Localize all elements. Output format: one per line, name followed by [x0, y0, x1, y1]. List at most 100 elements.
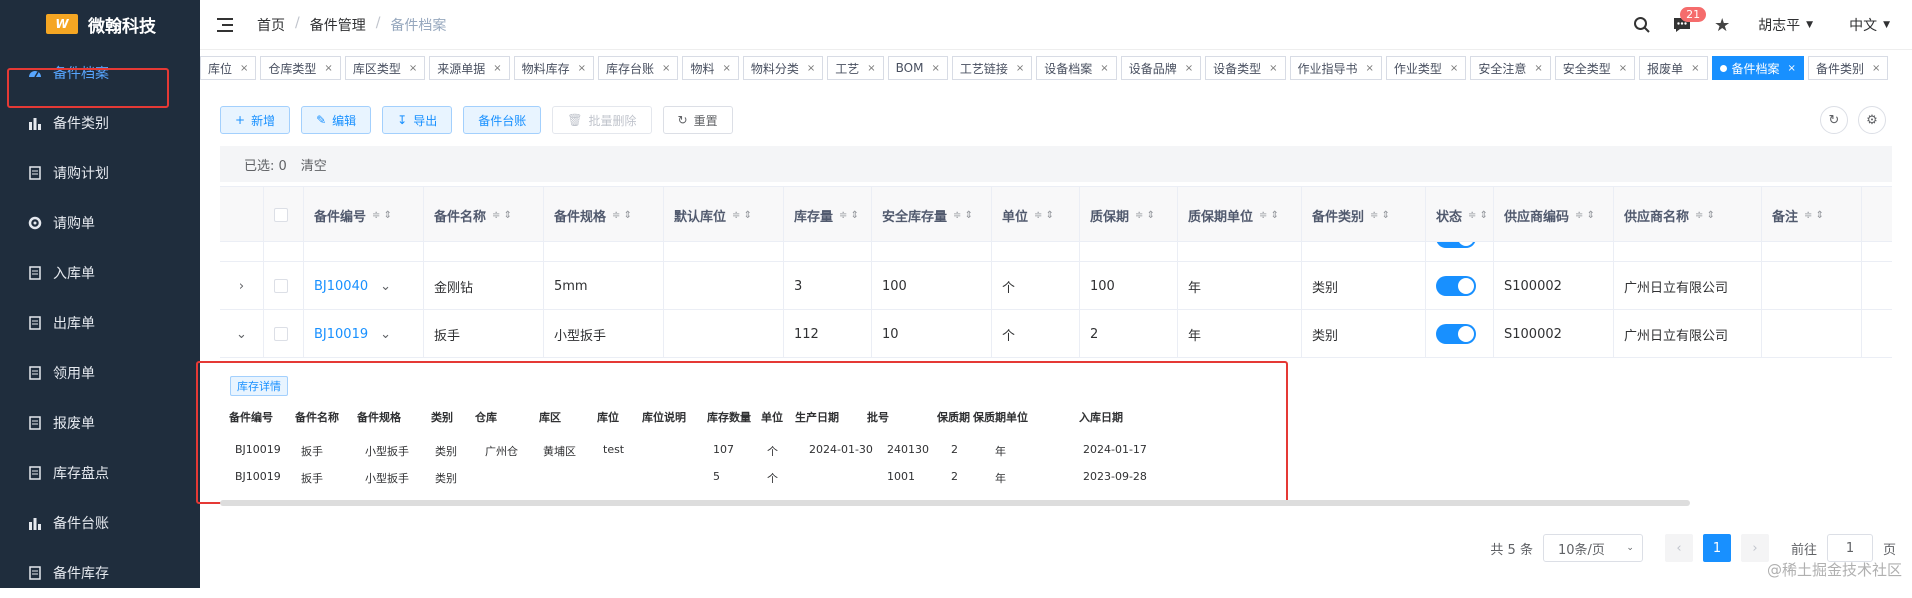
sidebar-item[interactable]: 备件台账	[0, 498, 200, 548]
sort-icon[interactable]: ≑ ⇕	[1135, 210, 1155, 221]
tab-tag[interactable]: 报废单×	[1639, 56, 1707, 80]
close-icon[interactable]: ×	[1185, 63, 1193, 74]
close-icon[interactable]: ×	[1450, 63, 1458, 74]
close-icon[interactable]: ×	[324, 63, 332, 74]
close-icon[interactable]: ×	[1366, 63, 1374, 74]
close-icon[interactable]: ×	[867, 63, 875, 74]
refresh-icon[interactable]: ↻	[1820, 106, 1848, 134]
table-row[interactable]: ›BJ10040⌄金刚钻5mm3100个100年类别S100002广州日立有限公…	[220, 262, 1892, 310]
sort-icon[interactable]: ≑ ⇕	[953, 210, 973, 221]
tab-tag[interactable]: 安全类型×	[1555, 56, 1635, 80]
sidebar-item[interactable]: 领用单	[0, 348, 200, 398]
sort-icon[interactable]: ≑ ⇕	[1370, 210, 1390, 221]
tab-tag[interactable]: 作业类型×	[1386, 56, 1466, 80]
sidebar-item[interactable]: 报废单	[0, 398, 200, 448]
close-icon[interactable]: ×	[240, 63, 248, 74]
sort-icon[interactable]: ≑ ⇕	[839, 210, 859, 221]
status-toggle[interactable]	[1436, 276, 1476, 296]
table-row[interactable]	[220, 242, 1892, 262]
breadcrumb-home[interactable]: 首页	[257, 15, 285, 35]
next-page-button[interactable]: ›	[1741, 534, 1769, 562]
column-header[interactable]: 安全库存量≑ ⇕	[872, 187, 992, 243]
search-icon[interactable]	[1630, 13, 1654, 37]
tab-tag[interactable]: 物料×	[682, 56, 738, 80]
close-icon[interactable]: ×	[578, 63, 586, 74]
tab-tag[interactable]: 备件类别×	[1808, 56, 1888, 80]
close-icon[interactable]: ×	[1269, 63, 1277, 74]
close-icon[interactable]: ×	[1534, 63, 1542, 74]
sidebar-item[interactable]: 备件库存	[0, 548, 200, 598]
sidebar-item[interactable]: 库存盘点	[0, 448, 200, 498]
tab-tag[interactable]: 安全注意×	[1470, 56, 1550, 80]
status-toggle[interactable]	[1436, 324, 1476, 344]
sort-icon[interactable]: ≑ ⇕	[1695, 210, 1715, 221]
close-icon[interactable]: ×	[409, 63, 417, 74]
star-icon[interactable]: ★	[1710, 13, 1734, 37]
close-icon[interactable]: ×	[931, 63, 939, 74]
settings-icon[interactable]: ⚙	[1858, 106, 1886, 134]
close-icon[interactable]: ×	[722, 63, 730, 74]
ledger-button[interactable]: 备件台账	[463, 106, 541, 134]
chevron-down-icon[interactable]: ⌄	[236, 327, 247, 342]
add-button[interactable]: +新增	[220, 106, 290, 134]
select-all-checkbox[interactable]	[274, 208, 288, 222]
status-toggle[interactable]	[1436, 242, 1476, 248]
chevron-down-icon[interactable]: ⌄	[380, 279, 391, 294]
column-header[interactable]: 供应商名称≑ ⇕	[1614, 187, 1762, 243]
user-name[interactable]: 胡志平	[1758, 15, 1800, 35]
tab-tag[interactable]: 物料库存×	[514, 56, 594, 80]
batch-delete-button[interactable]: 🗑批量删除	[552, 106, 651, 134]
close-icon[interactable]: ×	[662, 63, 670, 74]
tab-tag[interactable]: 工艺×	[827, 56, 883, 80]
column-header[interactable]: 供应商编码≑ ⇕	[1494, 187, 1614, 243]
close-icon[interactable]: ×	[807, 63, 815, 74]
row-checkbox[interactable]	[274, 279, 288, 293]
close-icon[interactable]: ×	[1619, 63, 1627, 74]
column-header[interactable]: 默认库位≑ ⇕	[664, 187, 784, 243]
table-cell[interactable]: BJ10040 ⌄	[304, 262, 424, 310]
table-cell[interactable]: BJ10019 ⌄	[304, 310, 424, 358]
sort-icon[interactable]: ≑ ⇕	[1804, 210, 1824, 221]
tab-tag[interactable]: 设备档案×	[1036, 56, 1116, 80]
sidebar-item[interactable]: 出库单	[0, 298, 200, 348]
code-link[interactable]: BJ10040	[314, 279, 368, 294]
tab-tag[interactable]: 来源单据×	[429, 56, 509, 80]
row-checkbox[interactable]	[274, 327, 288, 341]
sort-icon[interactable]: ≑ ⇕	[732, 210, 752, 221]
close-icon[interactable]: ×	[1788, 63, 1796, 74]
sort-icon[interactable]: ≑ ⇕	[372, 210, 392, 221]
tab-tag[interactable]: 物料分类×	[743, 56, 823, 80]
code-link[interactable]: BJ10019	[314, 327, 368, 342]
tab-tag[interactable]: 仓库类型×	[260, 56, 340, 80]
sort-icon[interactable]: ≑ ⇕	[492, 210, 512, 221]
column-header[interactable]: 状态≑ ⇕	[1426, 187, 1494, 243]
prev-page-button[interactable]: ‹	[1665, 534, 1693, 562]
close-icon[interactable]: ×	[1872, 63, 1880, 74]
column-header[interactable]: 备件编号≑ ⇕	[304, 187, 424, 243]
tab-tag[interactable]: 库存台账×	[598, 56, 678, 80]
column-header[interactable]: 质保期≑ ⇕	[1080, 187, 1178, 243]
goto-page-input[interactable]: 1	[1827, 534, 1873, 562]
chevron-down-icon[interactable]: ⌄	[380, 327, 391, 342]
column-header[interactable]: 备件规格≑ ⇕	[544, 187, 664, 243]
message-icon[interactable]: 21	[1670, 13, 1694, 37]
breadcrumb-parent[interactable]: 备件管理	[310, 15, 366, 35]
sort-icon[interactable]: ≑ ⇕	[1575, 210, 1595, 221]
edit-button[interactable]: ✎编辑	[301, 106, 371, 134]
tab-tag[interactable]: 备件档案×	[1712, 56, 1804, 80]
sidebar-item[interactable]: 请购计划	[0, 148, 200, 198]
menu-toggle-icon[interactable]	[217, 18, 235, 32]
column-header[interactable]: 备件类别≑ ⇕	[1302, 187, 1426, 243]
page-size-select[interactable]: 10条/页⌄	[1543, 534, 1643, 562]
column-header[interactable]: 单位≑ ⇕	[992, 187, 1080, 243]
horizontal-scrollbar[interactable]	[220, 500, 1690, 506]
tab-tag[interactable]: 设备品牌×	[1121, 56, 1201, 80]
tab-tag[interactable]: 库位×	[200, 56, 256, 80]
sort-icon[interactable]: ≑ ⇕	[1034, 210, 1054, 221]
tab-tag[interactable]: 设备类型×	[1205, 56, 1285, 80]
tab-tag[interactable]: BOM×	[888, 56, 948, 80]
page-1-button[interactable]: 1	[1703, 534, 1731, 562]
tab-tag[interactable]: 工艺链接×	[952, 56, 1032, 80]
column-header[interactable]: 质保期单位≑ ⇕	[1178, 187, 1302, 243]
tab-tag[interactable]: 库区类型×	[345, 56, 425, 80]
